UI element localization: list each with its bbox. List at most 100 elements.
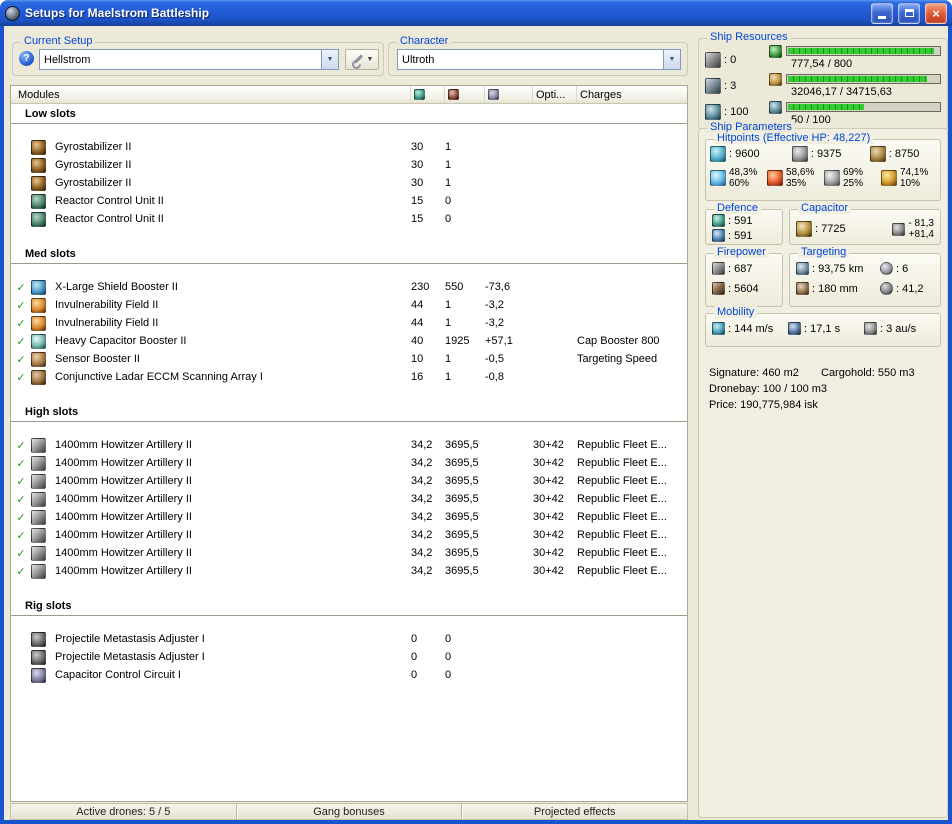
gang-bonuses-tab[interactable]: Gang bonuses [237,804,463,819]
module-row[interactable]: ✓ Invulnerability Field II 44 1 -3,2 [11,314,687,332]
module-row[interactable]: ✓ 1400mm Howitzer Artillery II 34,2 3695,5 3… [11,436,687,454]
module-row[interactable]: Gyrostabilizer II 30 1 [11,138,687,156]
character-dropdown-arrow-icon[interactable]: ▼ [663,50,680,69]
turret-hardpoints-icon [705,52,721,68]
module-list-body: Low slots Gyrostabilizer II 30 1 Gyrostabili… [11,104,687,801]
module-row[interactable]: ✓ 1400mm Howitzer Artillery II 34,2 3695,5 3… [11,526,687,544]
module-opti: 30+42 [533,457,564,469]
module-list-header[interactable]: Modules Opti... Charges [11,86,687,104]
title-bar[interactable]: Setups for Maelstrom Battleship × [0,0,952,26]
turret-hardpoints-value: : 0 [724,54,737,66]
module-row[interactable]: ✓ Conjunctive Ladar ECCM Scanning Array I… [11,368,687,386]
module-row[interactable]: ✓ 1400mm Howitzer Artillery II 34,2 3695,5 3… [11,472,687,490]
module-cpu: 30 [411,159,424,171]
module-charges: Republic Fleet E... [577,475,667,487]
em-shield-resist: 48,3% [729,167,758,178]
cpu-icon [769,44,782,58]
kinetic-resist: 69% 25% [824,167,881,189]
optimal-column-header[interactable]: Opti... [533,86,577,103]
hitpoints-label: Hitpoints (Effective HP: 48,227) [714,132,874,144]
fitted-check-icon: ✓ [16,281,26,294]
module-row[interactable]: ✓ 1400mm Howitzer Artillery II 34,2 3695,5 3… [11,454,687,472]
module-cpu: 40 [411,335,424,347]
app-window: Setups for Maelstrom Battleship × Curren… [0,0,952,824]
module-row[interactable]: ✓ Sensor Booster II 10 1 -0,5 Targeting Speed [11,350,687,368]
volley-stat: : 5604 [712,282,778,295]
price-text: Price: 190,775,984 isk [709,399,818,411]
module-opti: 30+42 [533,565,564,577]
module-pg: 1 [445,353,452,365]
module-name: Projectile Metastasis Adjuster I [55,651,205,663]
module-pg: 0 [445,669,452,681]
defence-box: Defence : 591 : 591 [705,202,783,245]
close-button[interactable]: × [925,2,947,24]
module-row[interactable]: Projectile Metastasis Adjuster I 0 0 [11,648,687,666]
module-cpu: 16 [411,371,424,383]
artillery-icon [31,437,46,453]
module-row[interactable]: Gyrostabilizer II 30 1 [11,174,687,192]
module-row[interactable]: Reactor Control Unit II 15 0 [11,210,687,228]
module-row[interactable]: ✓ 1400mm Howitzer Artillery II 34,2 3695,5 3… [11,544,687,562]
module-row[interactable]: Projectile Metastasis Adjuster I 0 0 [11,630,687,648]
module-opti: 30+42 [533,547,564,559]
module-row[interactable]: ✓ 1400mm Howitzer Artillery II 34,2 3695,5 3… [11,490,687,508]
charges-column-header[interactable]: Charges [577,86,687,103]
projected-effects-tab[interactable]: Projected effects [462,804,687,819]
module-row[interactable]: Reactor Control Unit II 15 0 [11,192,687,210]
turret-hardpoints: : 0 [705,47,767,73]
module-pg: 1925 [445,335,470,347]
module-cpu: 34,2 [411,529,433,541]
align-time-icon [788,322,801,335]
character-group: Character Ultroth ▼ [388,35,688,76]
module-charges: Republic Fleet E... [577,547,667,559]
module-pg: 1 [445,299,452,311]
module-charges: Republic Fleet E... [577,511,667,523]
explosive-armor-resist: 10% [900,178,921,189]
artillery-icon [31,473,46,489]
app-icon [5,5,20,21]
module-row[interactable]: ✓ 1400mm Howitzer Artillery II 34,2 3695,5 3… [11,562,687,580]
capacitor-column-header[interactable] [485,86,533,103]
fitted-check-icon: ✓ [16,511,26,524]
module-row[interactable]: Capacitor Control Circuit I 0 0 [11,666,687,684]
cpu-column-header[interactable] [411,86,445,103]
minimize-button[interactable] [871,2,893,24]
maximize-button[interactable] [898,2,920,24]
signature-text: Signature: 460 m2 [709,367,799,379]
module-charges: Targeting Speed [577,353,658,365]
fitted-check-icon: ✓ [16,565,26,578]
warp-speed-icon [864,322,877,335]
scan-resolution-stat: : 180 mm [796,282,880,295]
setup-tools-button[interactable]: ▼ [345,49,379,70]
module-name: 1400mm Howitzer Artillery II [55,547,192,559]
launcher-hardpoints-value: : 3 [724,80,737,92]
warp-speed-stat: : 3 au/s [864,322,936,335]
mobility-box: Mobility : 144 m/s : 17,1 s : 3 au/s [705,306,941,347]
powergrid-column-header[interactable] [445,86,485,103]
active-drones-tab[interactable]: Active drones: 5 / 5 [11,804,237,819]
thermal-shield-resist: 58,6% [786,167,815,178]
module-opti: 30+42 [533,529,564,541]
module-opti: 30+42 [533,439,564,451]
modules-column-header[interactable]: Modules [11,86,411,103]
setup-select[interactable]: Hellstrom ▼ [39,49,339,70]
powergrid-column-icon [448,89,459,100]
em-resist-icon [710,170,726,186]
character-select[interactable]: Ultroth ▼ [397,49,681,70]
module-cpu: 30 [411,141,424,153]
module-cap: -0,8 [485,371,504,383]
help-icon[interactable]: ? [19,51,34,66]
dps-stat: : 687 [712,262,778,275]
module-row[interactable]: ✓ Invulnerability Field II 44 1 -3,2 [11,296,687,314]
module-name: Conjunctive Ladar ECCM Scanning Array I [55,371,263,383]
module-name: Sensor Booster II [55,353,140,365]
fitted-check-icon: ✓ [16,317,26,330]
module-row[interactable]: ✓ 1400mm Howitzer Artillery II 34,2 3695,5 3… [11,508,687,526]
module-row[interactable]: ✓ X-Large Shield Booster II 230 550 -73,6 [11,278,687,296]
module-row[interactable]: Gyrostabilizer II 30 1 [11,156,687,174]
module-name: Invulnerability Field II [55,317,159,329]
setup-dropdown-arrow-icon[interactable]: ▼ [321,50,338,69]
calibration-bar [786,102,941,112]
kinetic-resist-icon [824,170,840,186]
module-row[interactable]: ✓ Heavy Capacitor Booster II 40 1925 +57,1 Ca… [11,332,687,350]
